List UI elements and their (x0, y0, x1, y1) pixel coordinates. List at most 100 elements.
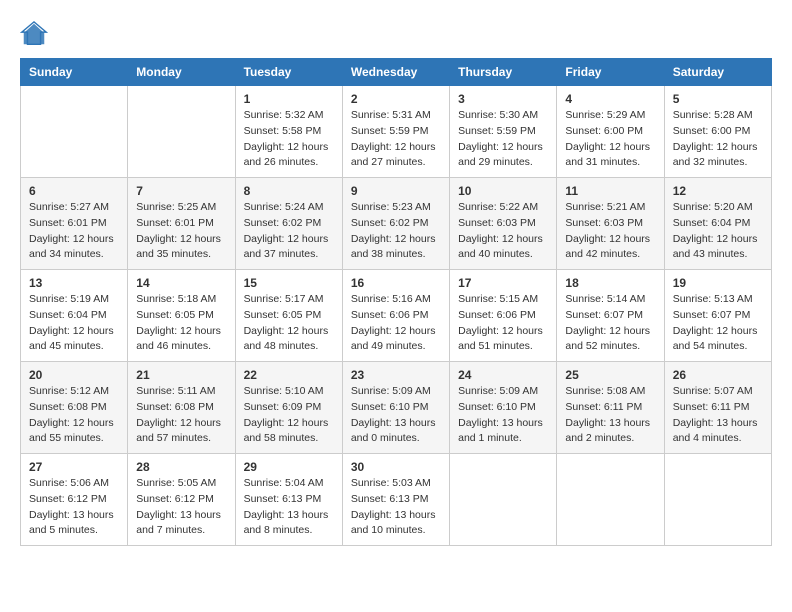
sunrise-text: Sunrise: 5:08 AM (565, 385, 645, 397)
sunset-text: Sunset: 6:07 PM (565, 309, 643, 321)
sunrise-text: Sunrise: 5:28 AM (673, 109, 753, 121)
day-number: 8 (244, 184, 334, 198)
sunset-text: Sunset: 6:03 PM (458, 217, 536, 229)
header (20, 20, 772, 48)
column-header-sunday: Sunday (21, 59, 128, 86)
calendar-week-row: 27 Sunrise: 5:06 AM Sunset: 6:12 PM Dayl… (21, 454, 772, 546)
sunrise-text: Sunrise: 5:04 AM (244, 477, 324, 489)
sunset-text: Sunset: 6:10 PM (458, 401, 536, 413)
day-number: 23 (351, 368, 441, 382)
sunrise-text: Sunrise: 5:13 AM (673, 293, 753, 305)
daylight-text: Daylight: 13 hours and 8 minutes. (244, 509, 329, 537)
day-number: 22 (244, 368, 334, 382)
sunrise-text: Sunrise: 5:25 AM (136, 201, 216, 213)
calendar-cell (128, 86, 235, 178)
sunrise-text: Sunrise: 5:19 AM (29, 293, 109, 305)
calendar-cell: 15 Sunrise: 5:17 AM Sunset: 6:05 PM Dayl… (235, 270, 342, 362)
sunset-text: Sunset: 6:03 PM (565, 217, 643, 229)
column-header-thursday: Thursday (450, 59, 557, 86)
calendar-cell: 4 Sunrise: 5:29 AM Sunset: 6:00 PM Dayli… (557, 86, 664, 178)
day-number: 30 (351, 460, 441, 474)
day-number: 6 (29, 184, 119, 198)
sunset-text: Sunset: 6:08 PM (29, 401, 107, 413)
sunset-text: Sunset: 6:06 PM (351, 309, 429, 321)
sunset-text: Sunset: 6:02 PM (244, 217, 322, 229)
calendar-cell: 7 Sunrise: 5:25 AM Sunset: 6:01 PM Dayli… (128, 178, 235, 270)
column-header-friday: Friday (557, 59, 664, 86)
daylight-text: Daylight: 12 hours and 42 minutes. (565, 233, 650, 261)
calendar-cell: 21 Sunrise: 5:11 AM Sunset: 6:08 PM Dayl… (128, 362, 235, 454)
sunrise-text: Sunrise: 5:32 AM (244, 109, 324, 121)
sunset-text: Sunset: 5:59 PM (351, 125, 429, 137)
calendar-cell: 29 Sunrise: 5:04 AM Sunset: 6:13 PM Dayl… (235, 454, 342, 546)
sunrise-text: Sunrise: 5:09 AM (458, 385, 538, 397)
calendar-cell: 18 Sunrise: 5:14 AM Sunset: 6:07 PM Dayl… (557, 270, 664, 362)
calendar-cell: 9 Sunrise: 5:23 AM Sunset: 6:02 PM Dayli… (342, 178, 449, 270)
day-number: 16 (351, 276, 441, 290)
sunset-text: Sunset: 6:04 PM (29, 309, 107, 321)
daylight-text: Daylight: 12 hours and 34 minutes. (29, 233, 114, 261)
calendar-cell: 11 Sunrise: 5:21 AM Sunset: 6:03 PM Dayl… (557, 178, 664, 270)
sunrise-text: Sunrise: 5:03 AM (351, 477, 431, 489)
daylight-text: Daylight: 12 hours and 40 minutes. (458, 233, 543, 261)
calendar-cell: 1 Sunrise: 5:32 AM Sunset: 5:58 PM Dayli… (235, 86, 342, 178)
calendar-cell: 6 Sunrise: 5:27 AM Sunset: 6:01 PM Dayli… (21, 178, 128, 270)
day-number: 12 (673, 184, 763, 198)
day-number: 7 (136, 184, 226, 198)
sunset-text: Sunset: 6:01 PM (29, 217, 107, 229)
sunrise-text: Sunrise: 5:22 AM (458, 201, 538, 213)
sunset-text: Sunset: 6:00 PM (565, 125, 643, 137)
day-number: 18 (565, 276, 655, 290)
day-number: 3 (458, 92, 548, 106)
column-header-saturday: Saturday (664, 59, 771, 86)
calendar-cell: 25 Sunrise: 5:08 AM Sunset: 6:11 PM Dayl… (557, 362, 664, 454)
calendar-cell: 8 Sunrise: 5:24 AM Sunset: 6:02 PM Dayli… (235, 178, 342, 270)
calendar-cell: 13 Sunrise: 5:19 AM Sunset: 6:04 PM Dayl… (21, 270, 128, 362)
daylight-text: Daylight: 12 hours and 32 minutes. (673, 141, 758, 169)
sunrise-text: Sunrise: 5:30 AM (458, 109, 538, 121)
calendar-cell (21, 86, 128, 178)
sunrise-text: Sunrise: 5:07 AM (673, 385, 753, 397)
sunset-text: Sunset: 6:08 PM (136, 401, 214, 413)
daylight-text: Daylight: 12 hours and 48 minutes. (244, 325, 329, 353)
day-number: 11 (565, 184, 655, 198)
sunset-text: Sunset: 6:05 PM (136, 309, 214, 321)
daylight-text: Daylight: 12 hours and 29 minutes. (458, 141, 543, 169)
sunrise-text: Sunrise: 5:21 AM (565, 201, 645, 213)
daylight-text: Daylight: 12 hours and 57 minutes. (136, 417, 221, 445)
daylight-text: Daylight: 12 hours and 31 minutes. (565, 141, 650, 169)
sunrise-text: Sunrise: 5:31 AM (351, 109, 431, 121)
day-number: 26 (673, 368, 763, 382)
daylight-text: Daylight: 12 hours and 51 minutes. (458, 325, 543, 353)
sunset-text: Sunset: 6:11 PM (673, 401, 750, 413)
daylight-text: Daylight: 13 hours and 0 minutes. (351, 417, 436, 445)
daylight-text: Daylight: 12 hours and 38 minutes. (351, 233, 436, 261)
sunrise-text: Sunrise: 5:24 AM (244, 201, 324, 213)
day-number: 21 (136, 368, 226, 382)
daylight-text: Daylight: 12 hours and 52 minutes. (565, 325, 650, 353)
daylight-text: Daylight: 12 hours and 46 minutes. (136, 325, 221, 353)
daylight-text: Daylight: 12 hours and 35 minutes. (136, 233, 221, 261)
day-number: 5 (673, 92, 763, 106)
sunrise-text: Sunrise: 5:05 AM (136, 477, 216, 489)
column-header-tuesday: Tuesday (235, 59, 342, 86)
calendar-cell: 12 Sunrise: 5:20 AM Sunset: 6:04 PM Dayl… (664, 178, 771, 270)
daylight-text: Daylight: 13 hours and 1 minute. (458, 417, 543, 445)
daylight-text: Daylight: 12 hours and 43 minutes. (673, 233, 758, 261)
calendar-week-row: 13 Sunrise: 5:19 AM Sunset: 6:04 PM Dayl… (21, 270, 772, 362)
calendar-week-row: 20 Sunrise: 5:12 AM Sunset: 6:08 PM Dayl… (21, 362, 772, 454)
calendar-table: SundayMondayTuesdayWednesdayThursdayFrid… (20, 58, 772, 546)
daylight-text: Daylight: 13 hours and 10 minutes. (351, 509, 436, 537)
sunset-text: Sunset: 5:59 PM (458, 125, 536, 137)
calendar-cell: 28 Sunrise: 5:05 AM Sunset: 6:12 PM Dayl… (128, 454, 235, 546)
daylight-text: Daylight: 13 hours and 7 minutes. (136, 509, 221, 537)
sunrise-text: Sunrise: 5:20 AM (673, 201, 753, 213)
sunset-text: Sunset: 6:04 PM (673, 217, 751, 229)
sunrise-text: Sunrise: 5:23 AM (351, 201, 431, 213)
column-header-monday: Monday (128, 59, 235, 86)
sunset-text: Sunset: 6:00 PM (673, 125, 751, 137)
column-header-wednesday: Wednesday (342, 59, 449, 86)
sunrise-text: Sunrise: 5:12 AM (29, 385, 109, 397)
daylight-text: Daylight: 12 hours and 49 minutes. (351, 325, 436, 353)
sunrise-text: Sunrise: 5:27 AM (29, 201, 109, 213)
